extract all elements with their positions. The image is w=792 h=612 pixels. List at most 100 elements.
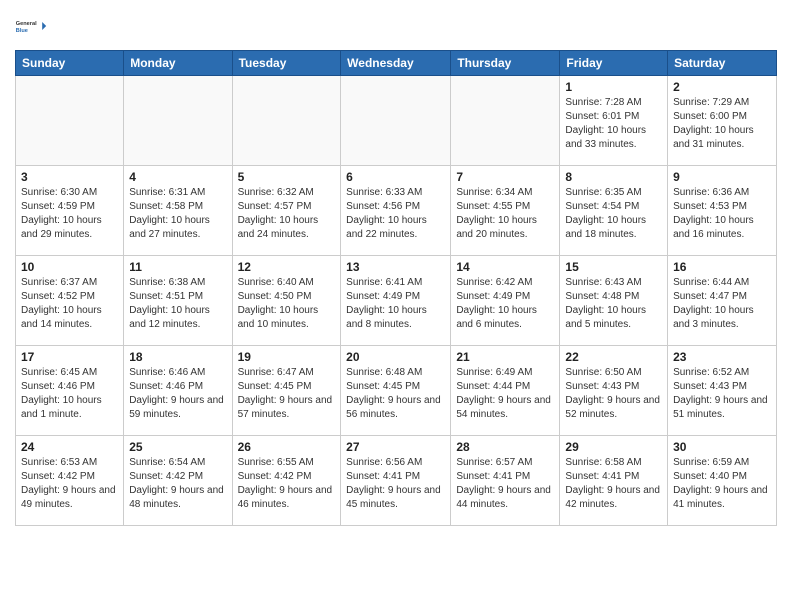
day-number: 24: [21, 440, 118, 454]
calendar-cell: 8 Sunrise: 6:35 AM Sunset: 4:54 PM Daylig…: [560, 166, 668, 256]
day-number: 28: [456, 440, 554, 454]
calendar-cell: [341, 76, 451, 166]
day-detail: Sunrise: 6:31 AM Sunset: 4:58 PM Dayligh…: [129, 186, 226, 242]
day-detail: Sunrise: 7:29 AM Sunset: 6:00 PM Dayligh…: [673, 96, 771, 152]
day-detail: Sunrise: 6:34 AM Sunset: 4:55 PM Dayligh…: [456, 186, 554, 242]
day-detail: Sunrise: 6:58 AM Sunset: 4:41 PM Dayligh…: [565, 456, 662, 512]
page-header: GeneralBlue: [15, 10, 777, 42]
svg-text:General: General: [16, 21, 37, 27]
day-number: 26: [238, 440, 336, 454]
col-header-sunday: Sunday: [16, 51, 124, 76]
calendar-cell: 17 Sunrise: 6:45 AM Sunset: 4:46 PM Dayli…: [16, 346, 124, 436]
calendar-cell: 13Sunrise: 6:41 AM Sunset: 4:49 PM Dayli…: [341, 256, 451, 346]
calendar-cell: 9 Sunrise: 6:36 AM Sunset: 4:53 PM Daylig…: [668, 166, 777, 256]
calendar-cell: 12 Sunrise: 6:40 AM Sunset: 4:50 PM Dayli…: [232, 256, 341, 346]
day-number: 25: [129, 440, 226, 454]
svg-text:Blue: Blue: [16, 28, 28, 34]
day-number: 7: [456, 170, 554, 184]
calendar-cell: 15Sunrise: 6:43 AM Sunset: 4:48 PM Dayli…: [560, 256, 668, 346]
calendar-cell: 6 Sunrise: 6:33 AM Sunset: 4:56 PM Daylig…: [341, 166, 451, 256]
week-row-5: 24Sunrise: 6:53 AM Sunset: 4:42 PM Dayli…: [16, 436, 777, 526]
calendar-cell: 7 Sunrise: 6:34 AM Sunset: 4:55 PM Daylig…: [451, 166, 560, 256]
day-number: 21: [456, 350, 554, 364]
day-number: 14: [456, 260, 554, 274]
calendar-cell: 10 Sunrise: 6:37 AM Sunset: 4:52 PM Dayli…: [16, 256, 124, 346]
day-detail: Sunrise: 6:37 AM Sunset: 4:52 PM Dayligh…: [21, 276, 118, 332]
calendar-cell: 19 Sunrise: 6:47 AM Sunset: 4:45 PM Dayli…: [232, 346, 341, 436]
day-detail: Sunrise: 6:50 AM Sunset: 4:43 PM Dayligh…: [565, 366, 662, 422]
day-detail: Sunrise: 6:56 AM Sunset: 4:41 PM Dayligh…: [346, 456, 445, 512]
calendar-table: SundayMondayTuesdayWednesdayThursdayFrid…: [15, 50, 777, 526]
day-detail: Sunrise: 6:52 AM Sunset: 4:43 PM Dayligh…: [673, 366, 771, 422]
calendar-cell: 16 Sunrise: 6:44 AM Sunset: 4:47 PM Dayli…: [668, 256, 777, 346]
calendar-cell: 11 Sunrise: 6:38 AM Sunset: 4:51 PM Dayli…: [124, 256, 232, 346]
calendar-cell: [232, 76, 341, 166]
day-detail: Sunrise: 6:38 AM Sunset: 4:51 PM Dayligh…: [129, 276, 226, 332]
calendar-cell: [16, 76, 124, 166]
week-row-4: 17 Sunrise: 6:45 AM Sunset: 4:46 PM Dayli…: [16, 346, 777, 436]
col-header-thursday: Thursday: [451, 51, 560, 76]
day-detail: Sunrise: 6:47 AM Sunset: 4:45 PM Dayligh…: [238, 366, 336, 422]
day-number: 3: [21, 170, 118, 184]
day-detail: Sunrise: 6:57 AM Sunset: 4:41 PM Dayligh…: [456, 456, 554, 512]
day-detail: Sunrise: 6:46 AM Sunset: 4:46 PM Dayligh…: [129, 366, 226, 422]
day-detail: Sunrise: 6:48 AM Sunset: 4:45 PM Dayligh…: [346, 366, 445, 422]
day-detail: Sunrise: 7:28 AM Sunset: 6:01 PM Dayligh…: [565, 96, 662, 152]
calendar-cell: [451, 76, 560, 166]
calendar-cell: 22Sunrise: 6:50 AM Sunset: 4:43 PM Dayli…: [560, 346, 668, 436]
day-number: 2: [673, 80, 771, 94]
col-header-friday: Friday: [560, 51, 668, 76]
day-detail: Sunrise: 6:43 AM Sunset: 4:48 PM Dayligh…: [565, 276, 662, 332]
logo: GeneralBlue: [15, 10, 47, 42]
calendar-cell: 25 Sunrise: 6:54 AM Sunset: 4:42 PM Dayli…: [124, 436, 232, 526]
day-number: 11: [129, 260, 226, 274]
day-number: 1: [565, 80, 662, 94]
calendar-header-row: SundayMondayTuesdayWednesdayThursdayFrid…: [16, 51, 777, 76]
day-number: 30: [673, 440, 771, 454]
day-detail: Sunrise: 6:41 AM Sunset: 4:49 PM Dayligh…: [346, 276, 445, 332]
day-detail: Sunrise: 6:40 AM Sunset: 4:50 PM Dayligh…: [238, 276, 336, 332]
col-header-monday: Monday: [124, 51, 232, 76]
calendar-cell: 30 Sunrise: 6:59 AM Sunset: 4:40 PM Dayli…: [668, 436, 777, 526]
week-row-3: 10 Sunrise: 6:37 AM Sunset: 4:52 PM Dayli…: [16, 256, 777, 346]
calendar-cell: [124, 76, 232, 166]
day-detail: Sunrise: 6:42 AM Sunset: 4:49 PM Dayligh…: [456, 276, 554, 332]
day-number: 8: [565, 170, 662, 184]
calendar-cell: 21 Sunrise: 6:49 AM Sunset: 4:44 PM Dayli…: [451, 346, 560, 436]
calendar-cell: 3 Sunrise: 6:30 AM Sunset: 4:59 PM Daylig…: [16, 166, 124, 256]
day-number: 29: [565, 440, 662, 454]
day-detail: Sunrise: 6:59 AM Sunset: 4:40 PM Dayligh…: [673, 456, 771, 512]
day-detail: Sunrise: 6:45 AM Sunset: 4:46 PM Dayligh…: [21, 366, 118, 422]
calendar-cell: 29 Sunrise: 6:58 AM Sunset: 4:41 PM Dayli…: [560, 436, 668, 526]
col-header-tuesday: Tuesday: [232, 51, 341, 76]
calendar-cell: 18 Sunrise: 6:46 AM Sunset: 4:46 PM Dayli…: [124, 346, 232, 436]
calendar-cell: 2 Sunrise: 7:29 AM Sunset: 6:00 PM Daylig…: [668, 76, 777, 166]
calendar-cell: 20Sunrise: 6:48 AM Sunset: 4:45 PM Dayli…: [341, 346, 451, 436]
day-detail: Sunrise: 6:55 AM Sunset: 4:42 PM Dayligh…: [238, 456, 336, 512]
day-number: 23: [673, 350, 771, 364]
calendar-cell: 23 Sunrise: 6:52 AM Sunset: 4:43 PM Dayli…: [668, 346, 777, 436]
day-detail: Sunrise: 6:30 AM Sunset: 4:59 PM Dayligh…: [21, 186, 118, 242]
day-detail: Sunrise: 6:54 AM Sunset: 4:42 PM Dayligh…: [129, 456, 226, 512]
day-number: 16: [673, 260, 771, 274]
day-detail: Sunrise: 6:44 AM Sunset: 4:47 PM Dayligh…: [673, 276, 771, 332]
day-number: 9: [673, 170, 771, 184]
week-row-2: 3 Sunrise: 6:30 AM Sunset: 4:59 PM Daylig…: [16, 166, 777, 256]
calendar-cell: 24Sunrise: 6:53 AM Sunset: 4:42 PM Dayli…: [16, 436, 124, 526]
day-number: 12: [238, 260, 336, 274]
day-number: 5: [238, 170, 336, 184]
day-number: 27: [346, 440, 445, 454]
day-detail: Sunrise: 6:49 AM Sunset: 4:44 PM Dayligh…: [456, 366, 554, 422]
calendar-cell: 26 Sunrise: 6:55 AM Sunset: 4:42 PM Dayli…: [232, 436, 341, 526]
day-number: 18: [129, 350, 226, 364]
day-number: 19: [238, 350, 336, 364]
day-number: 6: [346, 170, 445, 184]
day-detail: Sunrise: 6:33 AM Sunset: 4:56 PM Dayligh…: [346, 186, 445, 242]
day-detail: Sunrise: 6:35 AM Sunset: 4:54 PM Dayligh…: [565, 186, 662, 242]
calendar-cell: 27 Sunrise: 6:56 AM Sunset: 4:41 PM Dayli…: [341, 436, 451, 526]
calendar-cell: 28 Sunrise: 6:57 AM Sunset: 4:41 PM Dayli…: [451, 436, 560, 526]
week-row-1: 1 Sunrise: 7:28 AM Sunset: 6:01 PM Daylig…: [16, 76, 777, 166]
day-detail: Sunrise: 6:36 AM Sunset: 4:53 PM Dayligh…: [673, 186, 771, 242]
day-number: 17: [21, 350, 118, 364]
day-number: 10: [21, 260, 118, 274]
